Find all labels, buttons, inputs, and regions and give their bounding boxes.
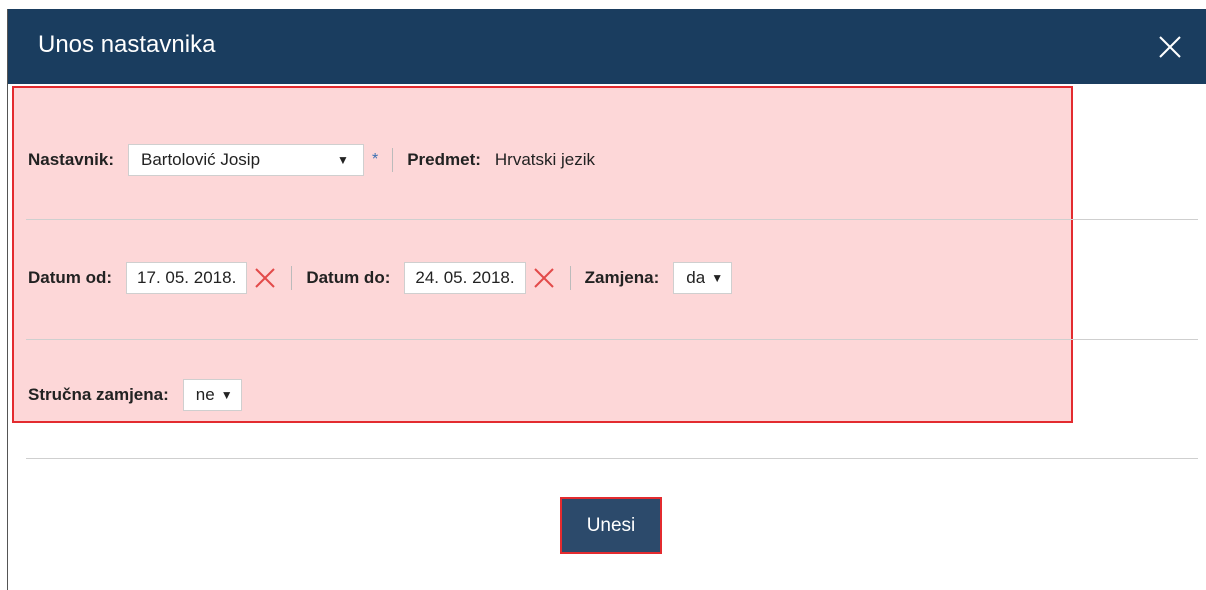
close-icon[interactable]: [1152, 29, 1188, 65]
divider: [26, 219, 1198, 220]
separator: [291, 266, 293, 290]
nastavnik-label: Nastavnik:: [28, 150, 114, 169]
row-datumi: Datum od: 17. 05. 2018. Datum do: 24. 05…: [28, 258, 733, 298]
nastavnik-value: Bartolović Josip: [140, 150, 261, 169]
divider: [26, 339, 1198, 340]
chevron-down-icon: ▼: [220, 388, 233, 402]
separator: [392, 148, 394, 172]
dialog-titlebar: Unos nastavnika: [8, 9, 1206, 84]
zamjena-select[interactable]: da ▼: [673, 262, 733, 294]
divider: [26, 458, 1198, 459]
separator: [569, 266, 571, 290]
strucna-zamjena-select[interactable]: ne ▼: [182, 379, 242, 411]
row-nastavnik: Nastavnik: Bartolović Josip ▼ * Predmet:…: [28, 140, 595, 180]
submit-button[interactable]: Unesi: [560, 497, 662, 554]
required-marker: *: [371, 151, 379, 168]
zamjena-value: da: [686, 268, 706, 287]
clear-date-icon[interactable]: [532, 266, 556, 290]
datum-do-input[interactable]: 24. 05. 2018.: [404, 262, 526, 294]
predmet-label: Predmet:: [407, 150, 481, 169]
dialog-title: Unos nastavnika: [38, 31, 216, 58]
strucna-zamjena-label: Stručna zamjena:: [28, 385, 169, 404]
datum-do-label: Datum do:: [306, 268, 391, 287]
zamjena-label: Zamjena:: [584, 268, 660, 287]
predmet-value: Hrvatski jezik: [494, 150, 596, 169]
nastavnik-select[interactable]: Bartolović Josip ▼: [127, 144, 364, 176]
row-strucna-zamjena: Stručna zamjena: ne ▼: [28, 375, 242, 415]
datum-od-label: Datum od:: [28, 268, 113, 287]
chevron-down-icon: ▼: [711, 271, 724, 285]
chevron-down-icon: ▼: [336, 153, 349, 167]
datum-od-input[interactable]: 17. 05. 2018.: [126, 262, 248, 294]
highlight-box: [12, 86, 1073, 423]
clear-date-icon[interactable]: [253, 266, 277, 290]
strucna-zamjena-value: ne: [195, 385, 215, 404]
